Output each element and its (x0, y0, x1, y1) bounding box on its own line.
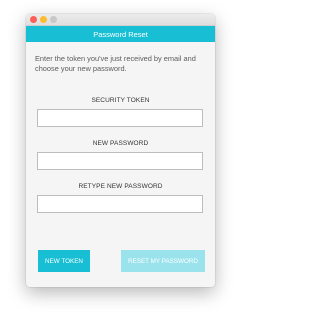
window-titlebar (26, 14, 215, 26)
security-token-label: SECURITY TOKEN (91, 97, 150, 104)
new-password-label: NEW PASSWORD (92, 140, 149, 147)
page-title: Password Reset (26, 26, 215, 42)
zoom-window-icon[interactable] (50, 16, 57, 23)
retype-password-input[interactable] (37, 195, 203, 213)
password-reset-window: Password Reset Enter the token you've ju… (26, 14, 215, 287)
reset-password-button[interactable]: RESET MY PASSWORD (121, 250, 205, 272)
retype-password-label: RETYPE NEW PASSWORD (78, 183, 163, 190)
security-token-input[interactable] (37, 109, 203, 127)
minimize-window-icon[interactable] (40, 16, 47, 23)
close-window-icon[interactable] (30, 16, 37, 23)
new-token-button[interactable]: NEW TOKEN (38, 250, 90, 272)
new-password-input[interactable] (37, 152, 203, 170)
instructions-text: Enter the token you've just received by … (35, 54, 196, 73)
